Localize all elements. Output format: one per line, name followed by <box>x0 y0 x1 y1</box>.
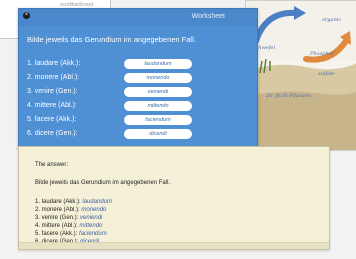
answer-item-label: 2. monere (Abl.): <box>35 207 80 213</box>
answer-field[interactable]: veniendi <box>124 87 192 97</box>
answer-item: 4. mittere (Abl.): mittendo <box>35 223 102 229</box>
answer-panel-footer <box>19 242 329 249</box>
worksheet-window: × Worksheet Bilde jeweils das Gerundium … <box>18 8 258 150</box>
exercise-row: 6. dicere (Gen.): dicendi <box>27 129 227 139</box>
diagram-image: organic Schwefel Phosphor sulfide Zo. Jh… <box>245 0 356 151</box>
worksheet-titlebar: × Worksheet <box>19 9 257 26</box>
answer-field[interactable]: faciendum <box>124 115 192 125</box>
worksheet-title: Worksheet <box>191 13 225 20</box>
exercise-row: 1. laudare (Akk.): laudandum <box>27 59 227 69</box>
exercise-label: 3. venire (Gen.): <box>27 88 78 95</box>
exercise-label: 1. laudare (Akk.): <box>27 60 81 67</box>
diagram-label-4: sulfide <box>318 71 335 77</box>
answer-item-label: 5. facere (Akk.): <box>35 231 78 237</box>
worksheet-instruction: Bilde jeweils das Gerundium im angegeben… <box>27 35 196 44</box>
answer-item-label: 1. laudare (Akk.): <box>35 199 81 205</box>
exercise-row: 3. venire (Gen.): veniendi <box>27 87 227 97</box>
diagram-label-3: Phosphor <box>309 51 335 57</box>
answer-item: 3. venire (Gen.): veniendi <box>35 215 102 221</box>
answer-item-value: mittendo <box>79 223 103 229</box>
answer-item-value: laudandum <box>82 199 113 205</box>
exercise-row: 5. facere (Akk.): faciendum <box>27 115 227 125</box>
answer-item-value: monendo <box>81 207 107 213</box>
exercise-row: 4. mittere (Abl.): mittendo <box>27 101 227 111</box>
answer-item-value: veniendi <box>80 215 103 221</box>
answer-item-label: 4. mittere (Abl.): <box>35 223 78 229</box>
diagram-label-5: Zo. Jh.dt-Pflanzen <box>265 93 311 99</box>
exercise-label: 4. mittere (Abl.): <box>27 102 77 109</box>
answer-item-value: faciendum <box>79 231 107 237</box>
answer-field[interactable]: dicendi <box>124 129 192 139</box>
answer-item-label: 3. venire (Gen.): <box>35 215 79 221</box>
answer-panel: The answer: Bilde jeweils das Gerundium … <box>18 146 330 250</box>
diagram-label-1: organic <box>322 17 341 23</box>
exercise-label: 6. dicere (Gen.): <box>27 130 78 137</box>
answer-field[interactable]: monendo <box>124 73 192 83</box>
answer-instruction: Bilde jeweils das Gerundium im angegeben… <box>35 180 171 186</box>
answer-item: 5. facere (Akk.): faciendum <box>35 231 107 237</box>
exercise-label: 5. facere (Akk.): <box>27 116 77 123</box>
nutrient-cycle-diagram: organic Schwefel Phosphor sulfide Zo. Jh… <box>246 1 356 150</box>
answer-field[interactable]: laudandum <box>124 59 192 69</box>
answer-item: 1. laudare (Akk.): laudandum <box>35 199 112 205</box>
answer-field[interactable]: mittendo <box>124 101 192 111</box>
answer-heading: The answer: <box>35 162 69 168</box>
exercise-label: 2. monere (Abl.): <box>27 74 80 81</box>
screen: scrollbar/board organic Schwefel Phospho… <box>0 0 356 259</box>
exercise-row: 2. monere (Abl.): monendo <box>27 73 227 83</box>
answer-item: 2. monere (Abl.): monendo <box>35 207 106 213</box>
